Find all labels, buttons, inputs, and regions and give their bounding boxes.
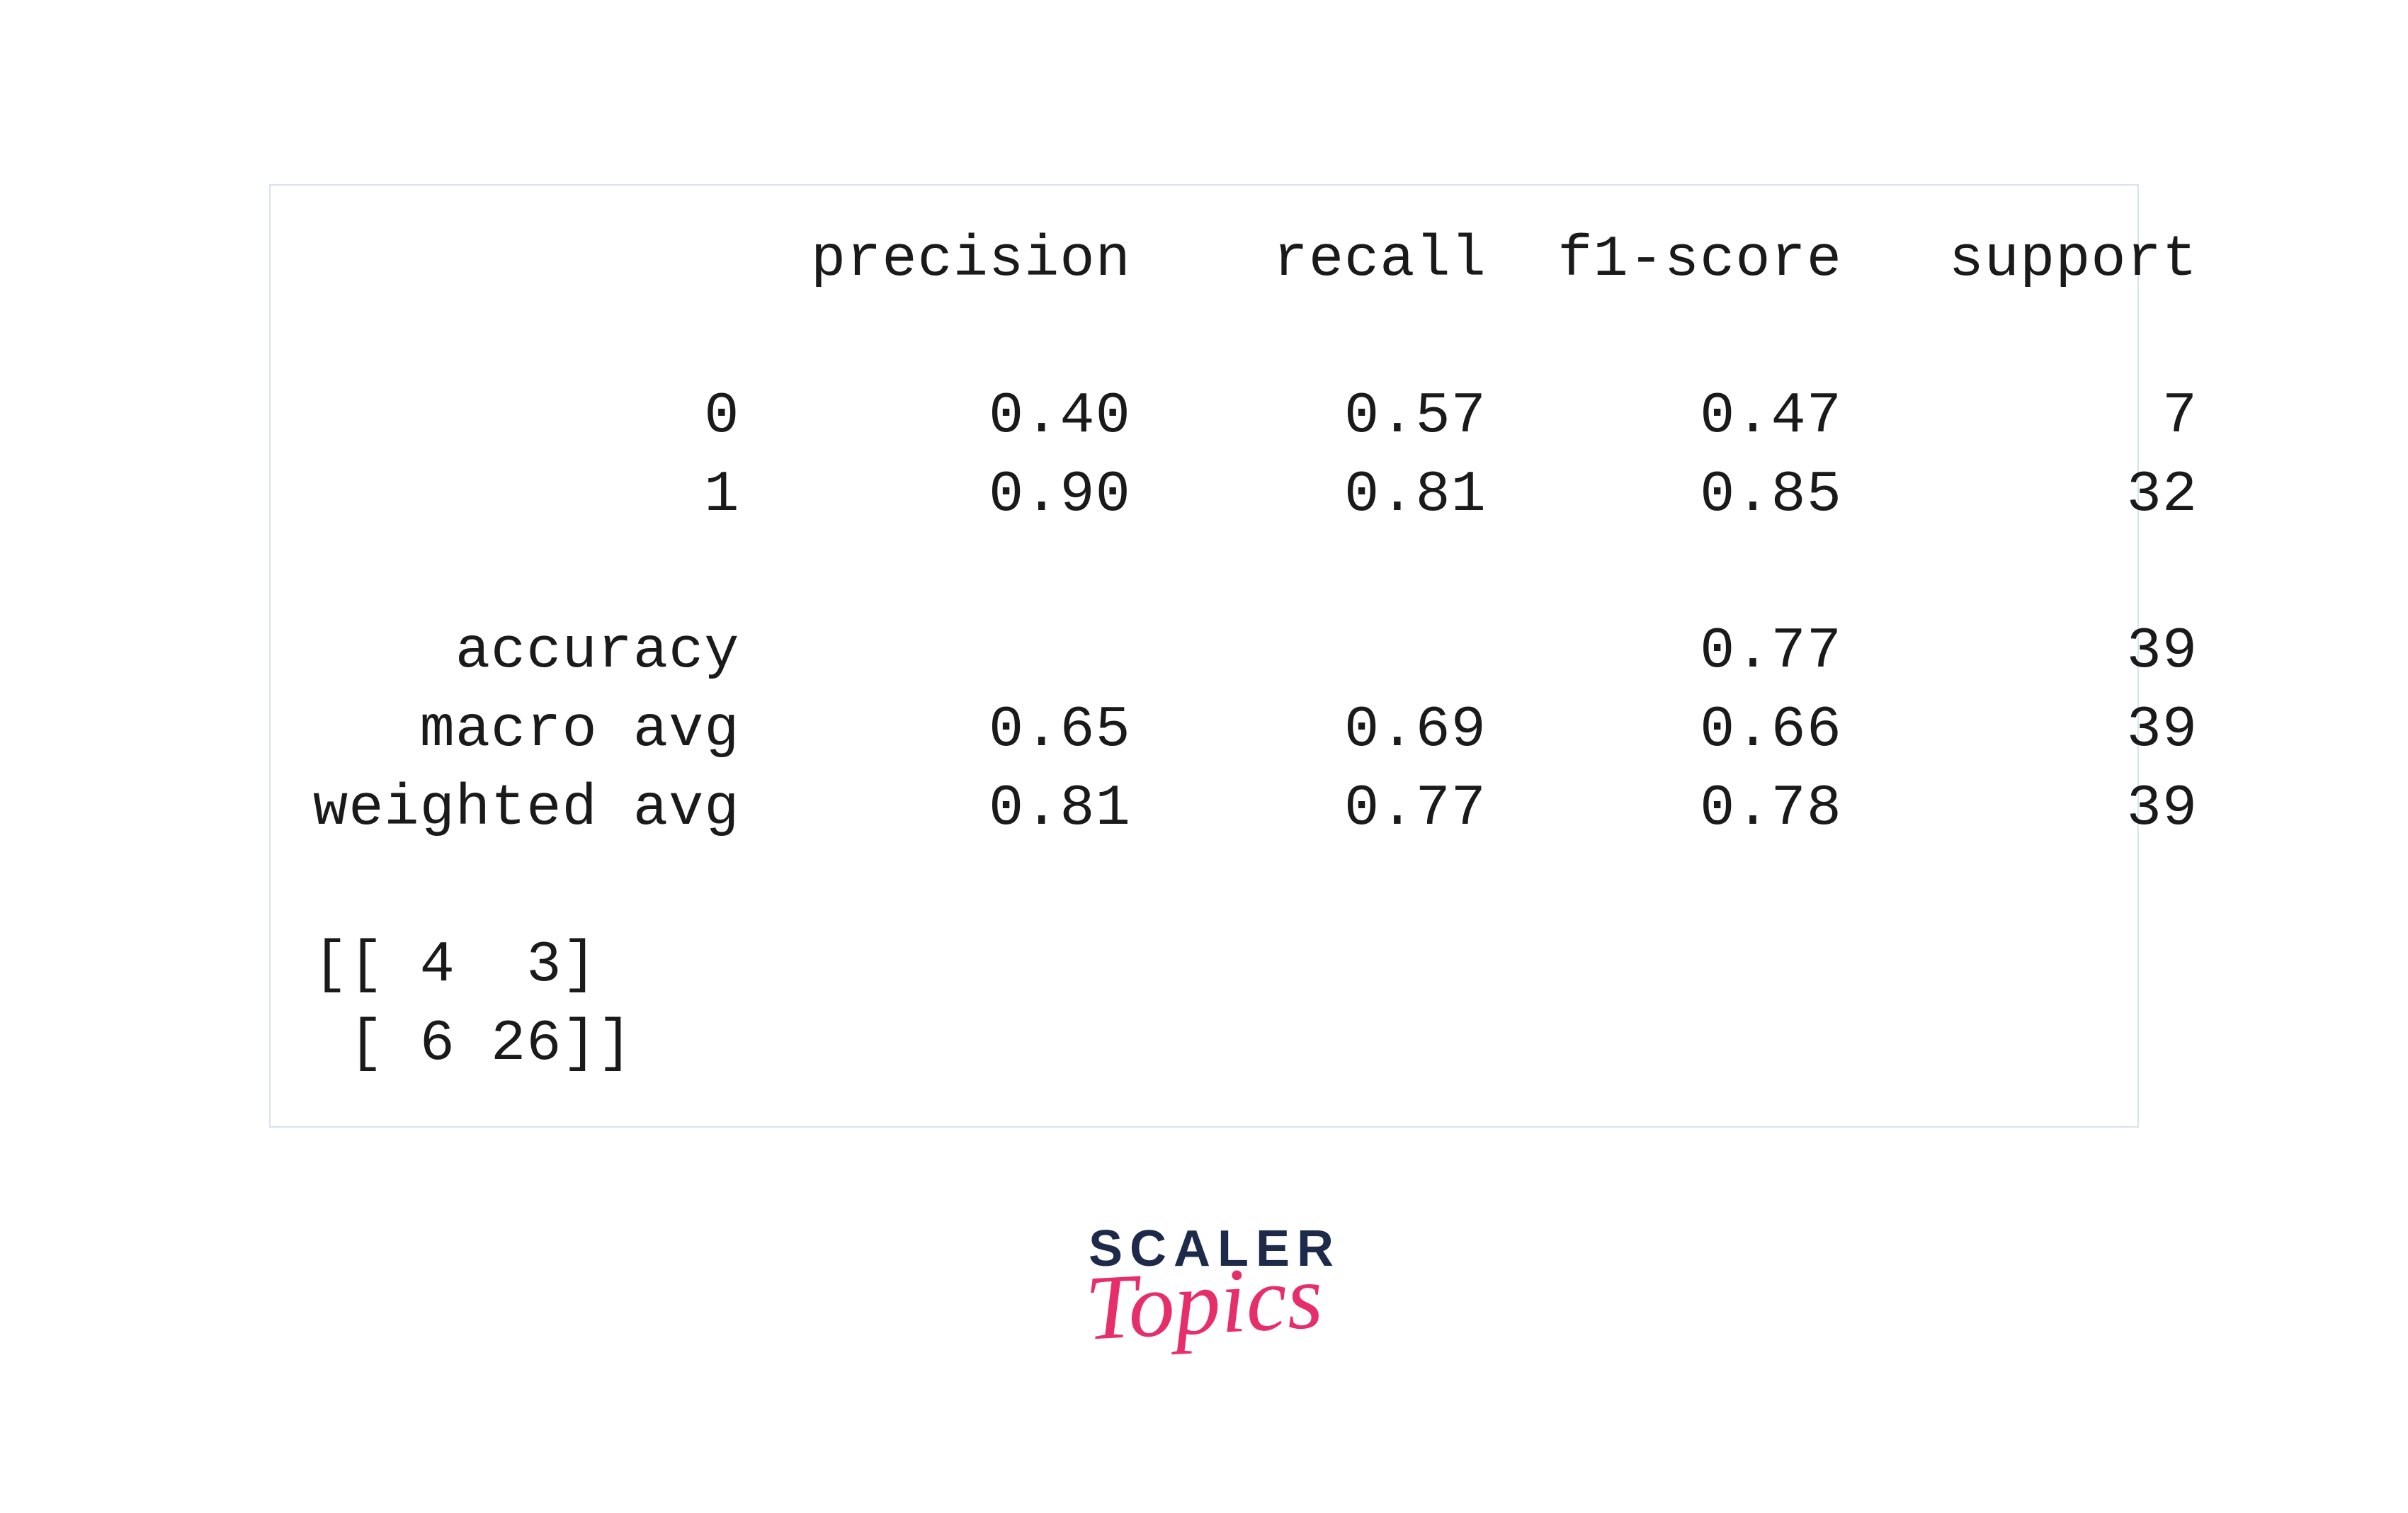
classification-report-text: precision recall f1-score support 0 0.40… [313,221,2095,1084]
class-1-row: 1 0.90 0.81 0.85 32 [313,462,2198,528]
classification-report-box: precision recall f1-score support 0 0.40… [269,184,2139,1128]
header-row: precision recall f1-score support [313,227,2198,293]
accuracy-row: accuracy 0.77 39 [313,618,2198,684]
logo-topics-text: Topics [1065,1250,1343,1356]
confusion-matrix-row1: [[ 4 3] [313,932,598,998]
confusion-matrix-row2: [ 6 26]] [313,1011,633,1077]
scaler-topics-logo: SCALER Topics [1067,1220,1341,1349]
class-0-row: 0 0.40 0.57 0.47 7 [313,383,2198,449]
content-wrapper: precision recall f1-score support 0 0.40… [0,0,2408,1349]
macro-avg-row: macro avg 0.65 0.69 0.66 39 [313,697,2198,763]
logo-wrapper: SCALER Topics [269,1220,2139,1349]
weighted-avg-row: weighted avg 0.81 0.77 0.78 39 [313,776,2198,842]
